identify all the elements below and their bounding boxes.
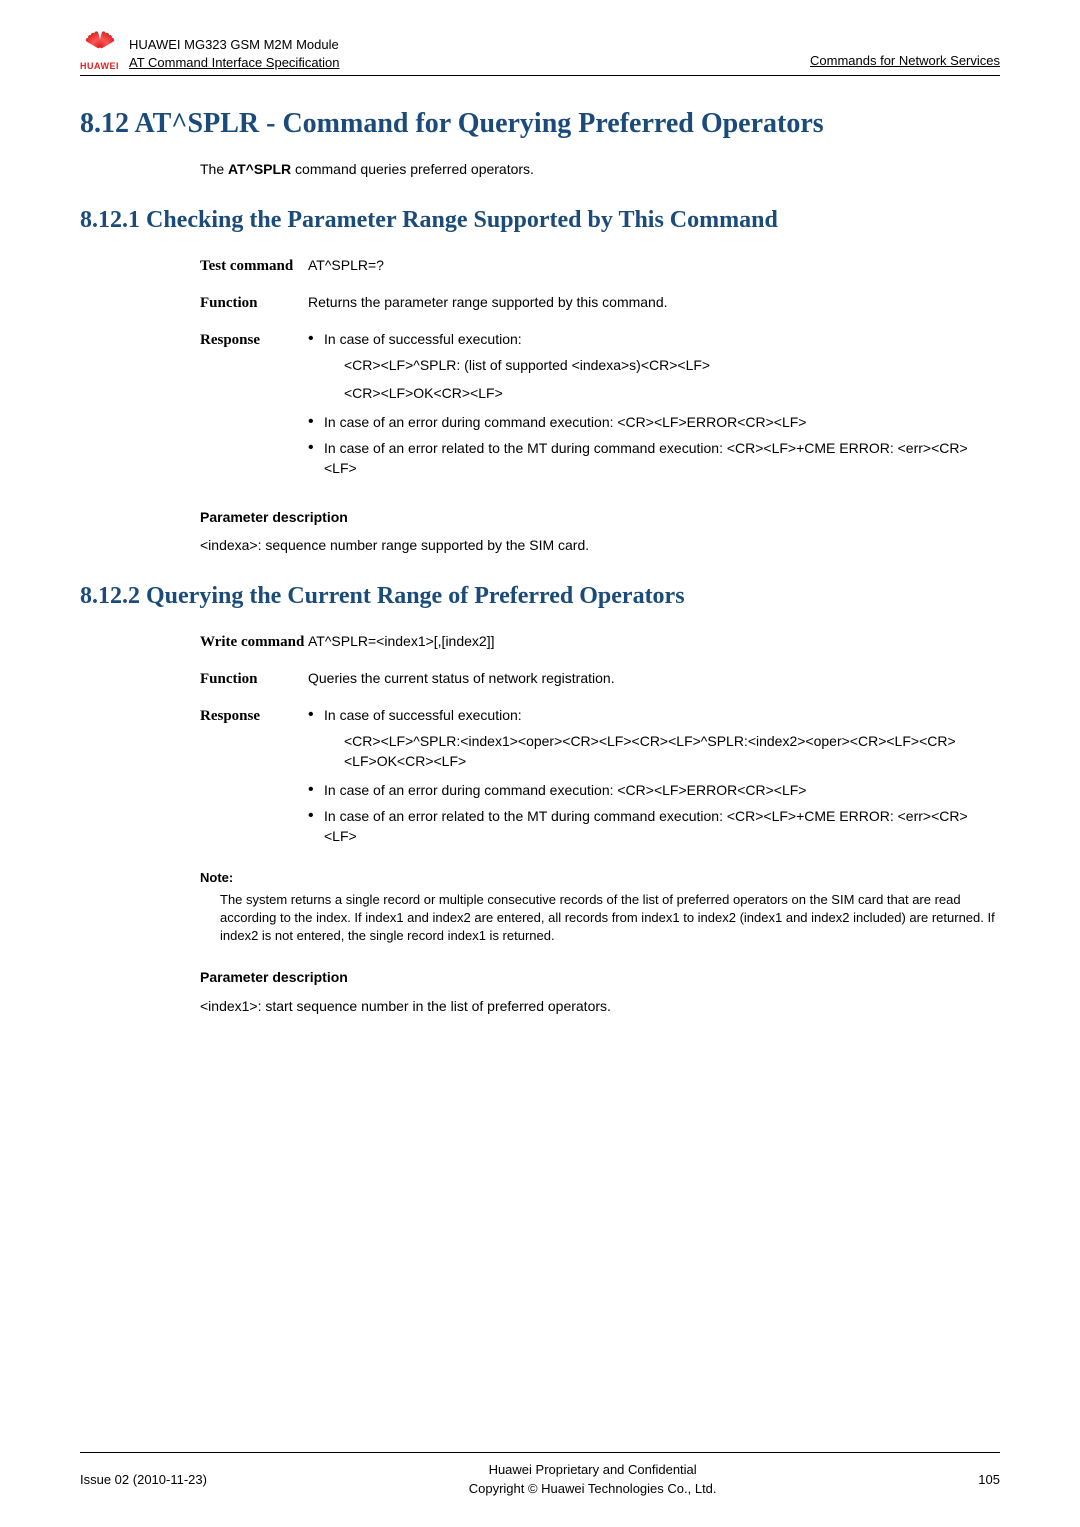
subsection-1-heading: 8.12.1 Checking the Parameter Range Supp…: [80, 205, 1000, 235]
header-left: HUAWEI HUAWEI MG323 GSM M2M Module AT Co…: [80, 28, 340, 73]
section-heading: 8.12 AT^SPLR - Command for Querying Pref…: [80, 106, 1000, 141]
response-row-2: Response • In case of successful executi…: [200, 705, 1000, 853]
note-body: The system returns a single record or mu…: [220, 891, 1000, 946]
subsection-2-heading: 8.12.2 Querying the Current Range of Pre…: [80, 581, 1000, 611]
intro-post: command queries preferred operators.: [291, 161, 534, 177]
function-row: Function Returns the parameter range sup…: [200, 292, 1000, 315]
footer-issue: Issue 02 (2010-11-23): [80, 1471, 207, 1490]
parameter-description-line-2: <index1>: start sequence number in the l…: [200, 996, 1000, 1016]
section-number: 8.12: [80, 108, 129, 139]
test-command-row: Test command AT^SPLR=?: [200, 255, 1000, 278]
footer-copyright: Copyright © Huawei Technologies Co., Ltd…: [207, 1480, 978, 1499]
response-bullet-3-text: In case of an error related to the MT du…: [324, 438, 1000, 479]
test-command-value: AT^SPLR=?: [308, 255, 1000, 275]
bullet-icon: •: [308, 705, 324, 724]
response-row: Response • In case of successful executi…: [200, 329, 1000, 485]
response-label-2: Response: [200, 705, 308, 728]
function-label: Function: [200, 292, 308, 315]
response2-bullet-1-text: In case of successful execution:: [324, 705, 1000, 725]
header-titles: HUAWEI MG323 GSM M2M Module AT Command I…: [129, 36, 340, 73]
response2-bullet-1: • In case of successful execution:: [308, 705, 1000, 725]
response2-bullet-2-text: In case of an error during command execu…: [324, 780, 1000, 800]
subsection-1-number: 8.12.1: [80, 207, 140, 233]
section-intro: The AT^SPLR command queries preferred op…: [200, 159, 1000, 179]
bullet-icon: •: [308, 806, 324, 825]
response-bullet-1-sub2: <CR><LF>OK<CR><LF>: [344, 383, 1000, 403]
page-footer: Issue 02 (2010-11-23) Huawei Proprietary…: [80, 1452, 1000, 1499]
footer-proprietary: Huawei Proprietary and Confidential: [207, 1461, 978, 1480]
function-value-2: Queries the current status of network re…: [308, 668, 1000, 688]
note-label: Note:: [200, 869, 1000, 887]
response2-bullet-1-sub1: <CR><LF>^SPLR:<index1><oper><CR><LF><CR>…: [344, 731, 1000, 772]
write-command-label: Write command: [200, 631, 308, 654]
footer-center: Huawei Proprietary and Confidential Copy…: [207, 1461, 978, 1499]
bullet-icon: •: [308, 780, 324, 799]
function-label-2: Function: [200, 668, 308, 691]
intro-cmd: AT^SPLR: [228, 161, 291, 177]
note-block: Note: The system returns a single record…: [200, 869, 1000, 946]
definition-block-2: Write command AT^SPLR=<index1>[,[index2]…: [200, 631, 1000, 852]
response-bullet-2: • In case of an error during command exe…: [308, 412, 1000, 432]
test-command-label: Test command: [200, 255, 308, 278]
subsection-2-title: Querying the Current Range of Preferred …: [146, 583, 685, 609]
response-body-2: • In case of successful execution: <CR><…: [308, 705, 1000, 853]
intro-pre: The: [200, 161, 228, 177]
response-bullet-1-text: In case of successful execution:: [324, 329, 1000, 349]
section-title: AT^SPLR - Command for Querying Preferred…: [134, 108, 823, 139]
product-line-2: AT Command Interface Specification: [129, 54, 340, 72]
header-right: Commands for Network Services: [810, 52, 1000, 73]
page-header: HUAWEI HUAWEI MG323 GSM M2M Module AT Co…: [80, 0, 1000, 76]
huawei-fan-icon: [82, 28, 118, 62]
response2-bullet-3-text: In case of an error related to the MT du…: [324, 806, 1000, 847]
parameter-description-heading-1: Parameter description: [200, 507, 1000, 527]
bullet-icon: •: [308, 329, 324, 348]
definition-block-1: Test command AT^SPLR=? Function Returns …: [200, 255, 1000, 484]
response2-bullet-3: • In case of an error related to the MT …: [308, 806, 1000, 847]
write-command-value: AT^SPLR=<index1>[,[index2]]: [308, 631, 1000, 651]
function-row-2: Function Queries the current status of n…: [200, 668, 1000, 691]
response-bullet-3: • In case of an error related to the MT …: [308, 438, 1000, 479]
response2-bullet-2: • In case of an error during command exe…: [308, 780, 1000, 800]
parameter-description-heading-2: Parameter description: [200, 967, 1000, 987]
write-command-row: Write command AT^SPLR=<index1>[,[index2]…: [200, 631, 1000, 654]
footer-page-number: 105: [978, 1471, 1000, 1490]
parameter-description-line-1: <indexa>: sequence number range supporte…: [200, 535, 1000, 555]
response-label: Response: [200, 329, 308, 352]
product-line-1: HUAWEI MG323 GSM M2M Module: [129, 36, 340, 54]
response-bullet-1: • In case of successful execution:: [308, 329, 1000, 349]
brand-logo: HUAWEI: [80, 28, 119, 73]
response-bullet-2-text: In case of an error during command execu…: [324, 412, 1000, 432]
function-value: Returns the parameter range supported by…: [308, 292, 1000, 312]
bullet-icon: •: [308, 438, 324, 457]
subsection-2-number: 8.12.2: [80, 583, 140, 609]
bullet-icon: •: [308, 412, 324, 431]
response-body: • In case of successful execution: <CR><…: [308, 329, 1000, 485]
response-bullet-1-sub1: <CR><LF>^SPLR: (list of supported <index…: [344, 355, 1000, 375]
subsection-1-title: Checking the Parameter Range Supported b…: [146, 207, 778, 233]
